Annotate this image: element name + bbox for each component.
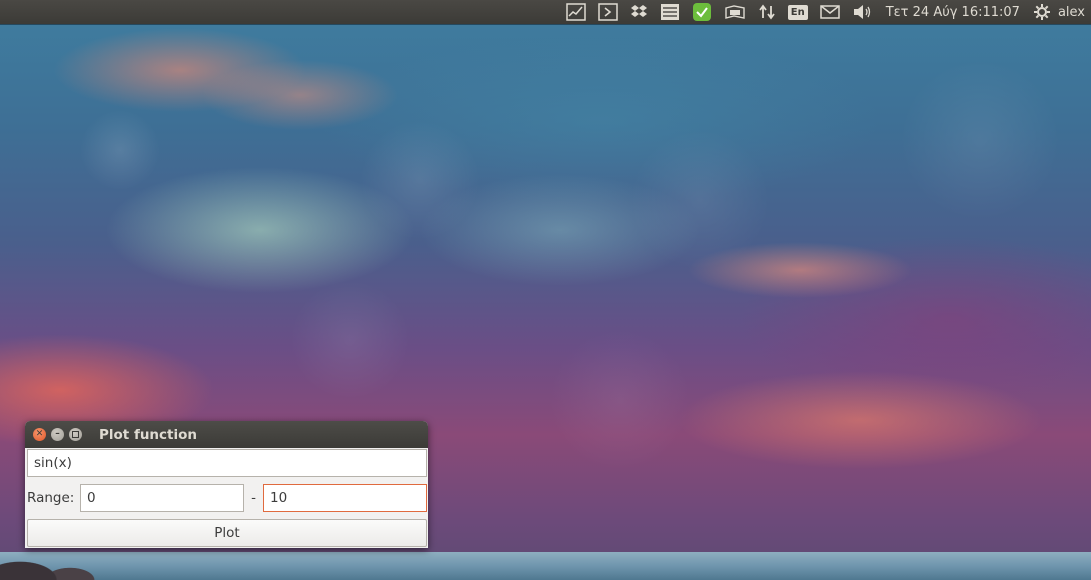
range-separator: -: [251, 490, 256, 506]
keyboard-layout-icon[interactable]: En: [782, 0, 814, 24]
clock[interactable]: Τετ 24 Αύγ 16:11:07: [880, 0, 1028, 24]
minimize-button[interactable]: –: [51, 428, 64, 441]
network-icon[interactable]: [752, 0, 782, 24]
volume-icon[interactable]: [846, 0, 880, 24]
window-titlebar[interactable]: ✕ – Plot function: [25, 421, 428, 448]
plot-function-window: ✕ – Plot function Range: - Plot: [25, 421, 428, 548]
keyboard-layout-label: En: [787, 4, 808, 20]
plot-button[interactable]: Plot: [27, 519, 427, 547]
minimize-icon: –: [55, 429, 60, 439]
system-monitor-icon[interactable]: [560, 0, 592, 24]
window-body: Range: - Plot: [25, 448, 428, 547]
function-input[interactable]: [27, 449, 427, 477]
wallpaper-sea: [0, 552, 1091, 580]
close-button[interactable]: ✕: [33, 428, 46, 441]
range-max-input[interactable]: [263, 484, 427, 512]
username[interactable]: alex: [1056, 0, 1091, 24]
range-min-input[interactable]: [80, 484, 244, 512]
terminal-icon[interactable]: [592, 0, 624, 24]
range-row: Range: -: [26, 484, 427, 512]
top-panel: En Τετ 24 Αύγ 16:11:07 alex: [0, 0, 1091, 24]
battery-icon[interactable]: [718, 0, 752, 24]
mail-icon[interactable]: [814, 0, 846, 24]
close-icon: ✕: [35, 429, 44, 439]
window-title: Plot function: [99, 426, 198, 443]
maximize-button[interactable]: [69, 428, 82, 441]
check-icon[interactable]: [686, 0, 718, 24]
dropbox-icon[interactable]: [624, 0, 654, 24]
notes-icon[interactable]: [654, 0, 686, 24]
maximize-icon: [72, 431, 79, 438]
gear-icon[interactable]: [1028, 0, 1056, 24]
range-label: Range:: [27, 490, 75, 506]
